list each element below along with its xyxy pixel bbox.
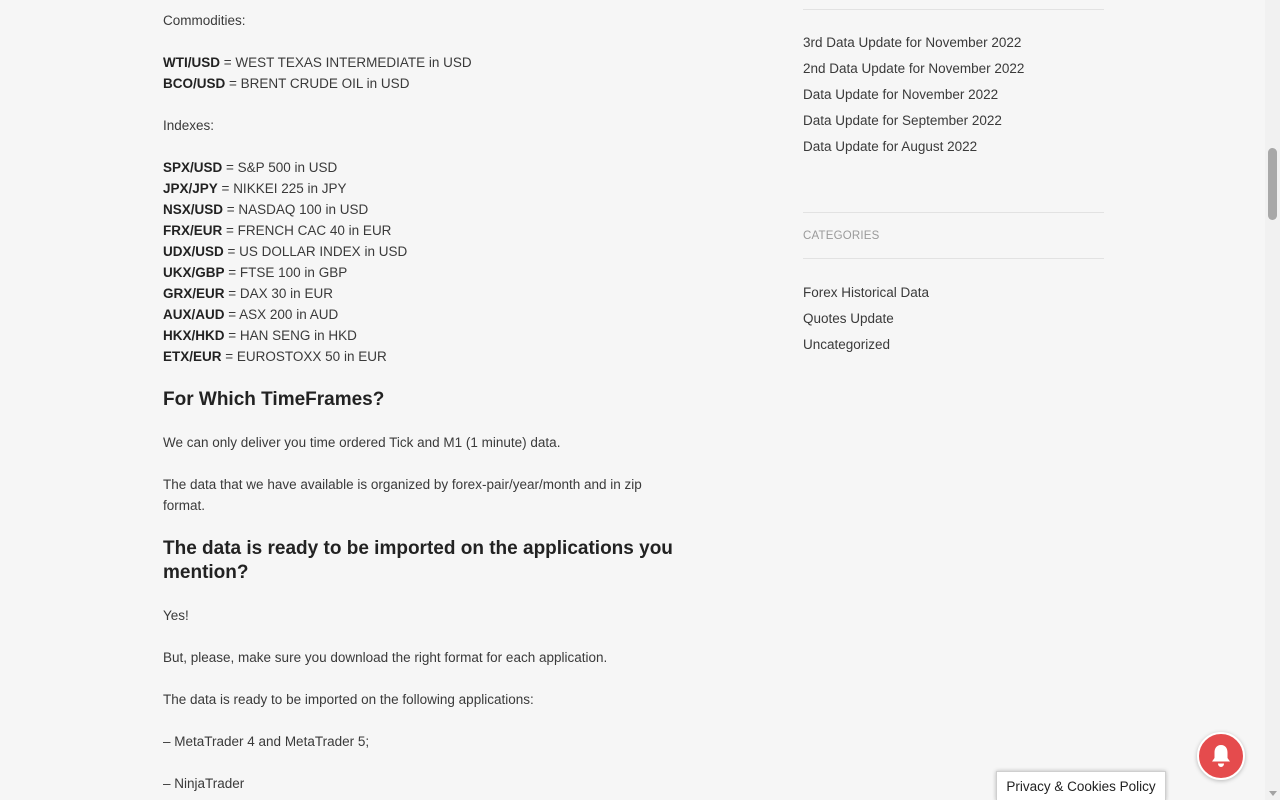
- import-heading: The data is ready to be imported on the …: [163, 538, 673, 583]
- index-item: HKX/HKD = HAN SENG in HKD: [163, 328, 357, 343]
- index-item: NSX/USD = NASDAQ 100 in USD: [163, 202, 369, 217]
- indexes-heading: Indexes:: [163, 118, 215, 133]
- index-desc: EUROSTOXX 50 in EUR: [236, 349, 387, 364]
- app-list-item: – NinjaTrader: [163, 776, 245, 791]
- commodities-heading: Commodities:: [163, 13, 246, 28]
- import-yes: Yes!: [163, 608, 189, 623]
- sidebar-divider: [803, 212, 1104, 213]
- index-item: ETX/EUR = EUROSTOXX 50 in EUR: [163, 349, 387, 364]
- timeframes-paragraph: We can only deliver you time ordered Tic…: [163, 435, 561, 450]
- page-viewport: Commodities: WTI/USD = WEST TEXAS INTERM…: [0, 0, 1280, 800]
- categories-title: CATEGORIES: [803, 230, 880, 242]
- index-code: UKX/GBP: [163, 265, 225, 280]
- index-code: ETX/EUR: [163, 349, 222, 364]
- recent-post-link[interactable]: 2nd Data Update for November 2022: [803, 59, 1024, 79]
- page-scrollbar[interactable]: [1265, 0, 1280, 800]
- timeframes-paragraph: The data that we have available is organ…: [163, 477, 642, 513]
- index-code: SPX/USD: [163, 160, 223, 175]
- index-item: GRX/EUR = DAX 30 in EUR: [163, 286, 333, 301]
- commodity-code: BCO/USD: [163, 76, 226, 91]
- app-list-item: – MetaTrader 4 and MetaTrader 5;: [163, 734, 370, 749]
- scrollbar-thumb[interactable]: [1268, 148, 1277, 220]
- sidebar-divider: [803, 258, 1104, 259]
- index-desc: ASX 200 in AUD: [239, 307, 339, 322]
- index-code: AUX/AUD: [163, 307, 225, 322]
- index-desc: FTSE 100 in GBP: [239, 265, 348, 280]
- bell-icon: [1212, 745, 1230, 767]
- notification-bell-button[interactable]: [1197, 732, 1245, 780]
- index-code: GRX/EUR: [163, 286, 225, 301]
- index-code: UDX/USD: [163, 244, 224, 259]
- commodity-desc: WEST TEXAS INTERMEDIATE in USD: [235, 55, 472, 70]
- index-code: NSX/USD: [163, 202, 224, 217]
- category-link[interactable]: Uncategorized: [803, 335, 890, 355]
- recent-post-link[interactable]: Data Update for November 2022: [803, 85, 998, 105]
- index-code: FRX/EUR: [163, 223, 223, 238]
- index-desc: DAX 30 in EUR: [239, 286, 333, 301]
- category-link[interactable]: Quotes Update: [803, 309, 894, 329]
- import-paragraph: The data is ready to be imported on the …: [163, 692, 534, 707]
- index-item: UKX/GBP = FTSE 100 in GBP: [163, 265, 348, 280]
- index-item: AUX/AUD = ASX 200 in AUD: [163, 307, 339, 322]
- commodity-item: BCO/USD = BRENT CRUDE OIL in USD: [163, 76, 410, 91]
- import-paragraph: But, please, make sure you download the …: [163, 650, 608, 665]
- privacy-policy-button[interactable]: Privacy & Cookies Policy: [996, 771, 1166, 800]
- index-item: FRX/EUR = FRENCH CAC 40 in EUR: [163, 223, 392, 238]
- index-desc: NASDAQ 100 in USD: [238, 202, 369, 217]
- recent-post-link[interactable]: Data Update for August 2022: [803, 137, 977, 157]
- index-desc: NIKKEI 225 in JPY: [233, 181, 347, 196]
- index-item: JPX/JPY = NIKKEI 225 in JPY: [163, 181, 347, 196]
- commodity-desc: BRENT CRUDE OIL in USD: [240, 76, 410, 91]
- sidebar-divider: [803, 9, 1104, 10]
- recent-post-link[interactable]: 3rd Data Update for November 2022: [803, 33, 1021, 53]
- commodity-code: WTI/USD: [163, 55, 220, 70]
- index-desc: HAN SENG in HKD: [239, 328, 357, 343]
- category-link[interactable]: Forex Historical Data: [803, 283, 929, 303]
- index-code: JPX/JPY: [163, 181, 218, 196]
- index-desc: S&P 500 in USD: [237, 160, 338, 175]
- index-item: SPX/USD = S&P 500 in USD: [163, 160, 338, 175]
- scroll-down-arrow-icon[interactable]: [1269, 791, 1277, 796]
- index-code: HKX/HKD: [163, 328, 225, 343]
- commodity-item: WTI/USD = WEST TEXAS INTERMEDIATE in USD: [163, 55, 472, 70]
- index-desc: FRENCH CAC 40 in EUR: [237, 223, 392, 238]
- timeframes-heading: For Which TimeFrames?: [163, 389, 385, 410]
- recent-post-link[interactable]: Data Update for September 2022: [803, 111, 1002, 131]
- index-item: UDX/USD = US DOLLAR INDEX in USD: [163, 244, 408, 259]
- index-desc: US DOLLAR INDEX in USD: [239, 244, 408, 259]
